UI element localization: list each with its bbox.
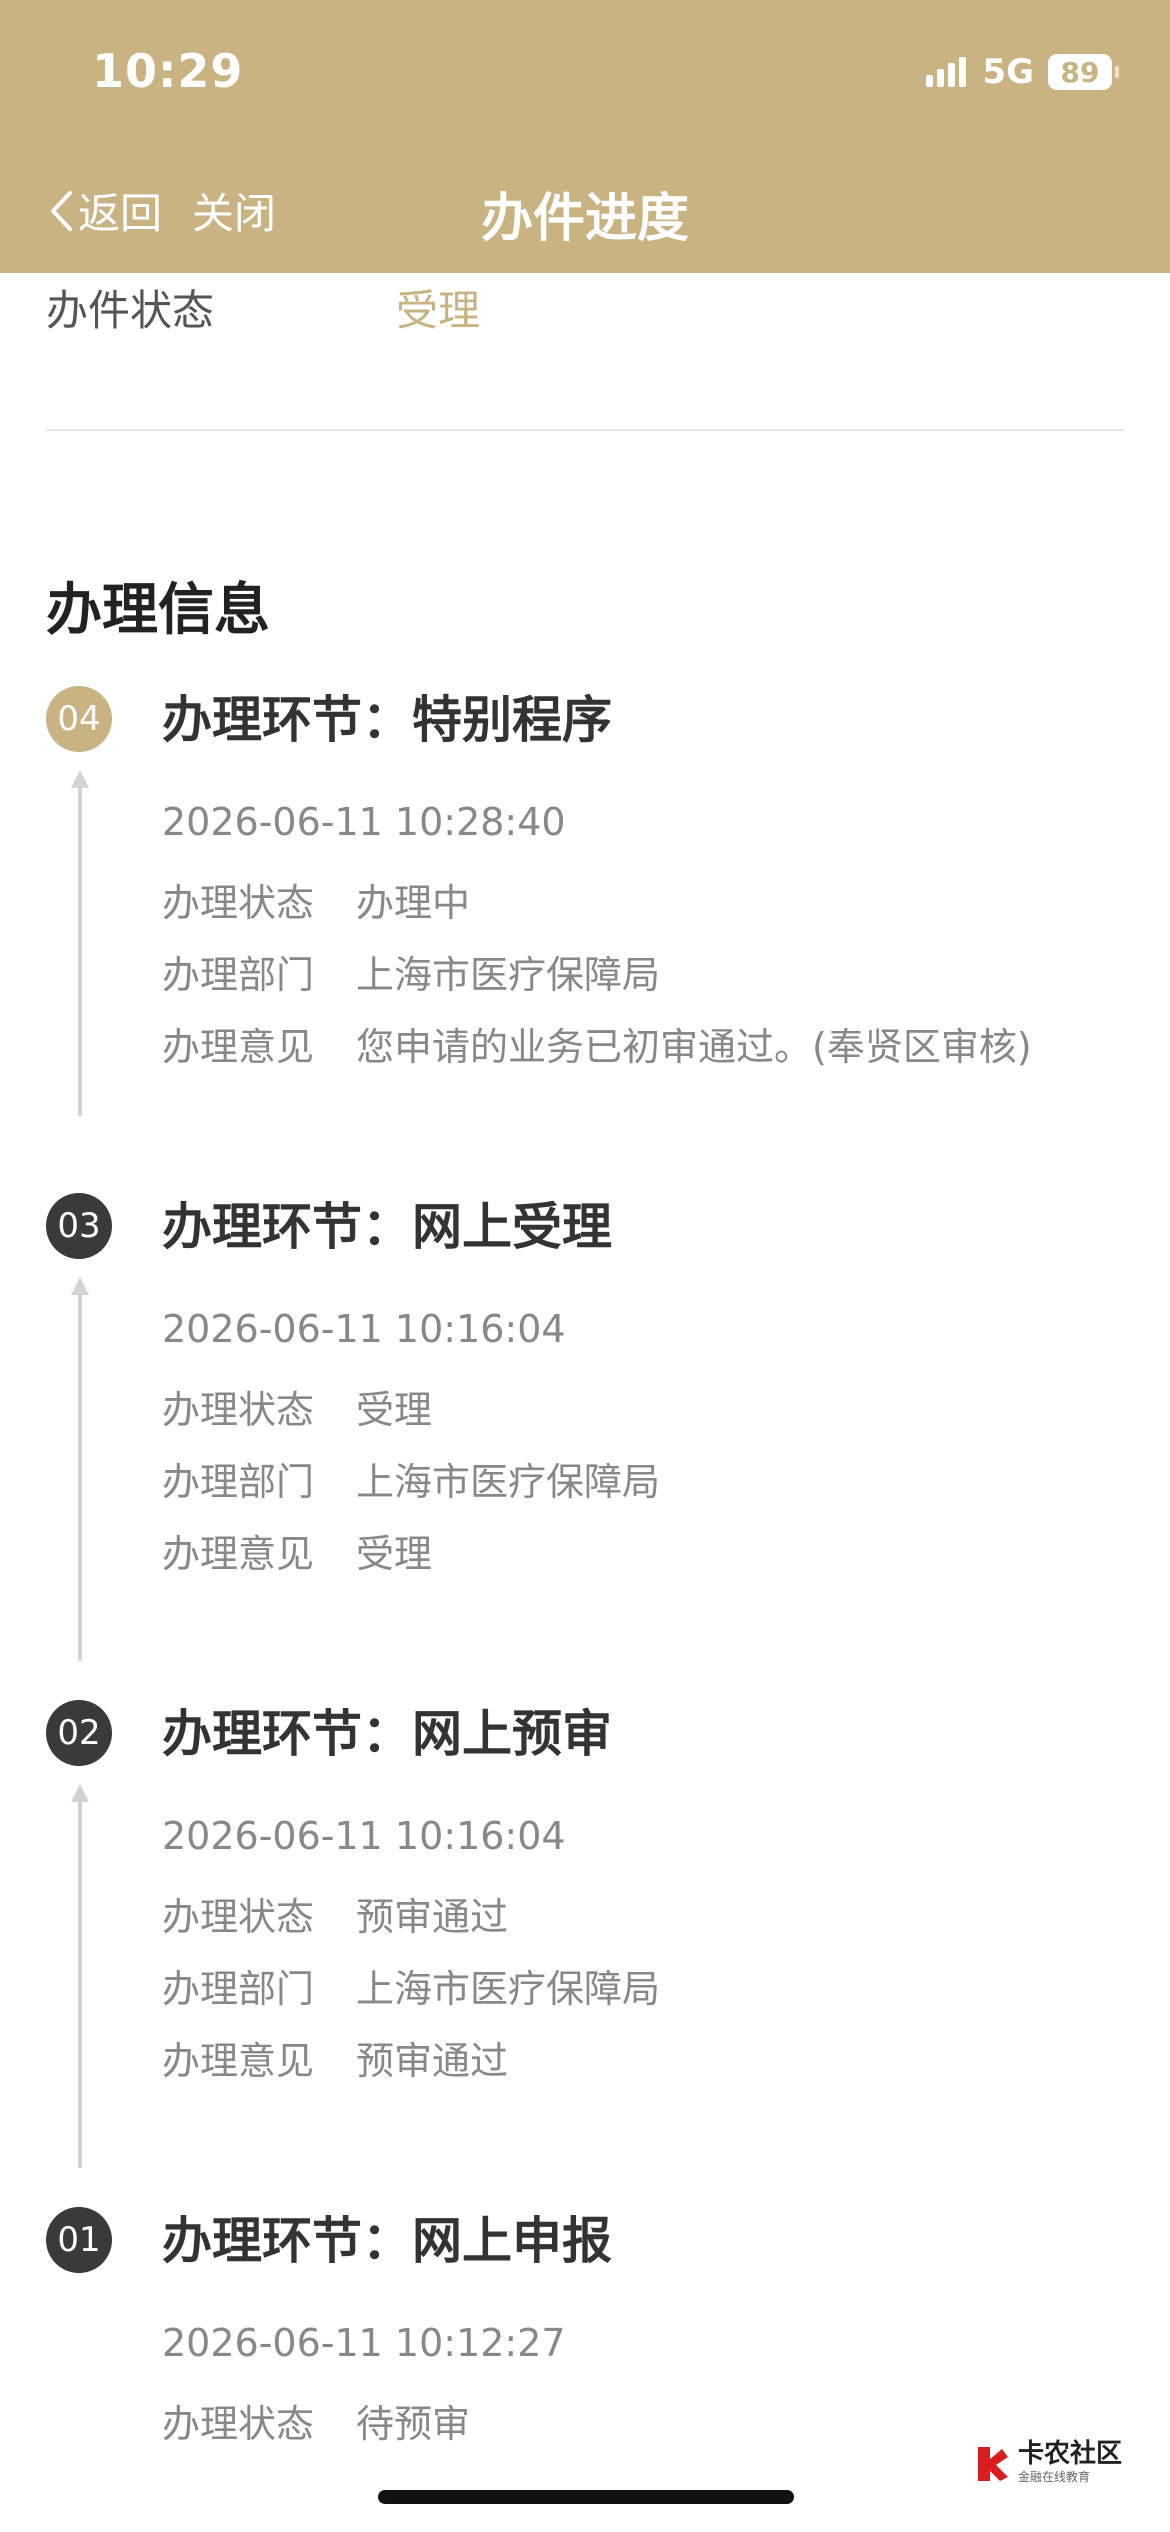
divider (46, 429, 1124, 431)
step-status-row: 办理状态 办理中 (162, 881, 471, 925)
page-title: 办件进度 (480, 189, 689, 249)
step-time: 2026-06-11 10:12:27 (162, 2321, 566, 2365)
app-header: 10:29 5G 89 返回 关闭 办件进度 (0, 0, 1170, 273)
step-status-row: 办理状态 待预审 (162, 2402, 471, 2446)
logo-icon (978, 2446, 1008, 2481)
section-title: 办理信息 (46, 578, 270, 643)
status-icons: 5G 89 (926, 52, 1119, 92)
signal-icon (926, 57, 967, 87)
step-badge: 03 (46, 1193, 112, 1259)
step-title: 办理环节：网上预审 (162, 1705, 612, 1763)
timeline-arrow-icon (71, 1277, 89, 1661)
step-dept-row: 办理部门 上海市医疗保障局 (162, 1460, 661, 1504)
step-dept-row: 办理部门 上海市医疗保障局 (162, 1967, 661, 2011)
step-time: 2026-06-11 10:16:04 (162, 1307, 566, 1351)
watermark-subtitle: 金融在线教育 (1018, 2470, 1091, 2484)
battery-icon: 89 (1048, 54, 1119, 90)
watermark-title: 卡农社区 (1018, 2439, 1123, 2469)
network-label: 5G (982, 52, 1034, 92)
step-dept-row: 办理部门 上海市医疗保障局 (162, 953, 661, 997)
step-badge: 02 (46, 1700, 112, 1766)
step-badge: 01 (46, 2207, 112, 2273)
watermark-logo: 卡农社区 金融在线教育 (972, 2440, 1122, 2485)
step-time: 2026-06-11 10:28:40 (162, 800, 566, 844)
case-status-label: 办件状态 (46, 286, 215, 335)
step-status-row: 办理状态 受理 (162, 1388, 433, 1432)
timeline-arrow-icon (71, 770, 89, 1116)
step-time: 2026-06-11 10:16:04 (162, 1814, 566, 1858)
step-opinion-row: 办理意见 您申请的业务已初审通过。(奉贤区审核) (162, 1025, 1032, 1069)
step-title: 办理环节：特别程序 (162, 691, 612, 749)
step-opinion-row: 办理意见 预审通过 (162, 2039, 509, 2083)
step-status-row: 办理状态 预审通过 (162, 1895, 509, 1939)
step-opinion-row: 办理意见 受理 (162, 1532, 433, 1576)
status-time: 10:29 (92, 44, 244, 98)
nav-bar: 返回 关闭 办件进度 (0, 170, 1170, 250)
home-indicator[interactable] (378, 2490, 794, 2504)
step-title: 办理环节：网上申报 (162, 2212, 612, 2270)
step-title: 办理环节：网上受理 (162, 1198, 612, 1256)
case-status-value: 受理 (396, 286, 481, 335)
timeline-arrow-icon (71, 1784, 89, 2168)
step-badge: 04 (46, 686, 112, 752)
